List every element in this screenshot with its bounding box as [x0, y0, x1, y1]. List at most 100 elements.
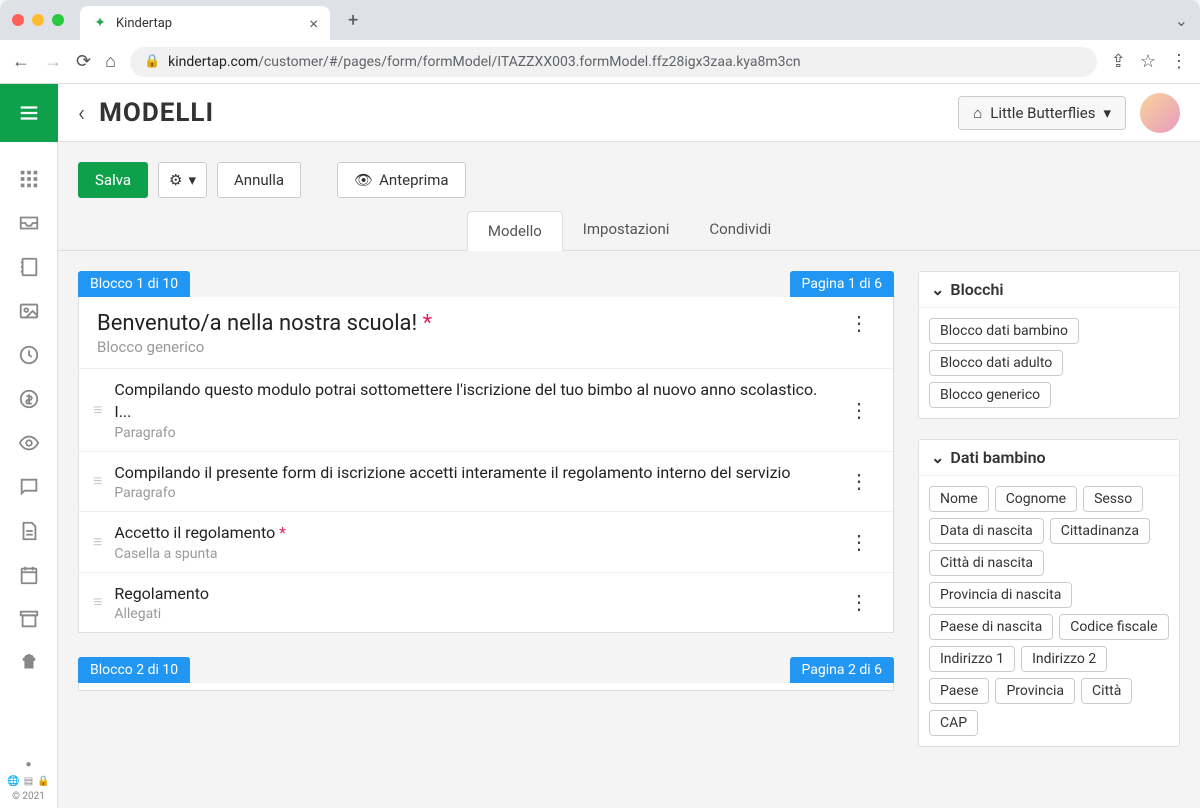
preview-button[interactable]: 👁Anteprima [337, 162, 465, 198]
chip[interactable]: Indirizzo 1 [929, 646, 1015, 672]
chip[interactable]: Indirizzo 2 [1021, 646, 1107, 672]
chip[interactable]: Città di nascita [929, 550, 1044, 576]
inbox-icon[interactable] [18, 212, 40, 234]
block-badge: Blocco 1 di 10 [78, 271, 190, 297]
chip[interactable]: Città [1081, 678, 1132, 704]
browser-menu-icon[interactable]: ⋮ [1170, 51, 1188, 72]
grid-icon[interactable] [18, 168, 40, 190]
chip[interactable]: Paese [929, 678, 989, 704]
globe-icon[interactable]: 🌐 [7, 776, 19, 787]
chip[interactable]: Nome [929, 486, 989, 512]
chef-icon[interactable] [18, 652, 40, 674]
tab-model[interactable]: Modello [467, 211, 563, 251]
hamburger-menu[interactable] [0, 84, 58, 142]
block-2-header: Blocco 2 di 10 Pagina 2 di 6 [78, 657, 894, 683]
panel-header[interactable]: ⌄Blocchi [919, 272, 1179, 308]
file-small-icon[interactable]: ▤ [24, 776, 33, 787]
gear-icon: ⚙ [169, 171, 182, 189]
content-area: Blocco 1 di 10 Pagina 1 di 6 Benvenuto/a… [58, 251, 1200, 808]
new-tab-button[interactable]: + [338, 10, 368, 31]
tab-share[interactable]: Condividi [689, 210, 791, 250]
content-tabs: Modello Impostazioni Condividi [58, 210, 1200, 251]
chip[interactable]: Paese di nascita [929, 614, 1053, 640]
sidebar-footer: ● 🌐 ▤ 🔒 © 2021 [7, 756, 49, 808]
drag-handle-icon[interactable]: ≡ [93, 532, 100, 552]
org-dropdown[interactable]: ⌂ Little Butterflies ▾ [958, 96, 1126, 130]
field-row[interactable]: ≡ Compilando questo modulo potrai sottom… [79, 369, 893, 452]
nav-back-icon[interactable]: ← [12, 51, 30, 72]
browser-tab[interactable]: ✦ Kindertap × [80, 6, 330, 40]
drag-handle-icon[interactable]: ≡ [93, 592, 100, 612]
org-name: Little Butterflies [990, 104, 1095, 122]
tab-close-icon[interactable]: × [309, 14, 318, 33]
share-icon[interactable]: ⇪ [1111, 51, 1126, 72]
dollar-icon[interactable] [18, 388, 40, 410]
cancel-button[interactable]: Annulla [217, 162, 301, 198]
chip[interactable]: Cittadinanza [1050, 518, 1150, 544]
url-input[interactable]: 🔒 kindertap.com/customer/#/pages/form/fo… [130, 47, 1097, 77]
chip[interactable]: Provincia di nascita [929, 582, 1072, 608]
tabs-chevron-icon[interactable]: ⌄ [1175, 11, 1188, 30]
field-row[interactable]: ≡ Compilando il presente form di iscrizi… [79, 452, 893, 512]
url-path: /customer/#/pages/form/formModel/ITAZZXX… [258, 54, 800, 70]
save-button[interactable]: Salva [78, 162, 148, 198]
drag-handle-icon[interactable]: ≡ [93, 471, 100, 491]
tab-title: Kindertap [116, 16, 301, 31]
chip[interactable]: Cognome [995, 486, 1077, 512]
chip[interactable]: Sesso [1083, 486, 1143, 512]
block-title: Benvenuto/a nella nostra scuola! * [97, 311, 843, 336]
field-row[interactable]: ≡ Regolamento Allegati ⋮ [79, 573, 893, 632]
toolbar: Salva ⚙ ▾ Annulla 👁Anteprima [58, 142, 1200, 218]
tab-settings[interactable]: Impostazioni [563, 210, 690, 250]
field-type: Casella a spunta [114, 546, 829, 562]
nav-home-icon[interactable]: ⌂ [105, 51, 116, 72]
contacts-icon[interactable] [18, 256, 40, 278]
eye-icon: 👁 [354, 171, 373, 189]
address-bar: ← → ⟳ ⌂ 🔒 kindertap.com/customer/#/pages… [0, 40, 1200, 84]
chip[interactable]: Blocco dati adulto [929, 350, 1063, 376]
browser-chrome: ✦ Kindertap × + ⌄ ← → ⟳ ⌂ 🔒 kindertap.co… [0, 0, 1200, 84]
main-area: ‹ MODELLI ⌂ Little Butterflies ▾ Salva ⚙… [58, 84, 1200, 808]
chip[interactable]: CAP [929, 710, 978, 736]
back-chevron-icon[interactable]: ‹ [78, 99, 85, 127]
lock-small-icon[interactable]: 🔒 [37, 776, 49, 787]
tab-bar: ✦ Kindertap × + ⌄ [0, 0, 1200, 40]
chip[interactable]: Provincia [995, 678, 1075, 704]
sidebar: ● 🌐 ▤ 🔒 © 2021 [0, 84, 58, 808]
more-icon[interactable]: ⋮ [843, 530, 875, 554]
panel-header[interactable]: ⌄Dati bambino [919, 440, 1179, 476]
sidebar-nav [18, 142, 40, 756]
archive-icon[interactable] [18, 608, 40, 630]
page-badge: Pagina 2 di 6 [790, 657, 894, 683]
photo-icon[interactable] [18, 300, 40, 322]
chip[interactable]: Data di nascita [929, 518, 1044, 544]
chip[interactable]: Codice fiscale [1059, 614, 1168, 640]
window-minimize[interactable] [32, 14, 44, 26]
calendar-icon[interactable] [18, 564, 40, 586]
more-icon[interactable]: ⋮ [843, 311, 875, 335]
document-icon[interactable] [18, 520, 40, 542]
nav-reload-icon[interactable]: ⟳ [76, 51, 91, 72]
eye-icon[interactable] [18, 432, 40, 454]
chip[interactable]: Blocco generico [929, 382, 1051, 408]
clock-icon[interactable] [18, 344, 40, 366]
avatar[interactable] [1140, 93, 1180, 133]
field-label: Regolamento [114, 583, 829, 605]
gear-dropdown[interactable]: ⚙ ▾ [158, 162, 207, 198]
block-title-row[interactable]: Benvenuto/a nella nostra scuola! * Blocc… [79, 297, 893, 369]
window-close[interactable] [12, 14, 24, 26]
more-icon[interactable]: ⋮ [843, 398, 875, 422]
bookmark-icon[interactable]: ☆ [1140, 51, 1156, 72]
more-icon[interactable]: ⋮ [843, 469, 875, 493]
field-row[interactable]: ≡ Accetto il regolamento * Casella a spu… [79, 512, 893, 572]
drag-handle-icon[interactable]: ≡ [93, 400, 100, 420]
bubble-icon[interactable]: ● [20, 756, 36, 772]
chat-icon[interactable] [18, 476, 40, 498]
window-maximize[interactable] [52, 14, 64, 26]
field-type: Paragrafo [114, 485, 829, 501]
required-star-icon: * [423, 311, 432, 336]
required-star-icon: * [279, 523, 286, 542]
block-badge: Blocco 2 di 10 [78, 657, 190, 683]
chip[interactable]: Blocco dati bambino [929, 318, 1079, 344]
more-icon[interactable]: ⋮ [843, 590, 875, 614]
